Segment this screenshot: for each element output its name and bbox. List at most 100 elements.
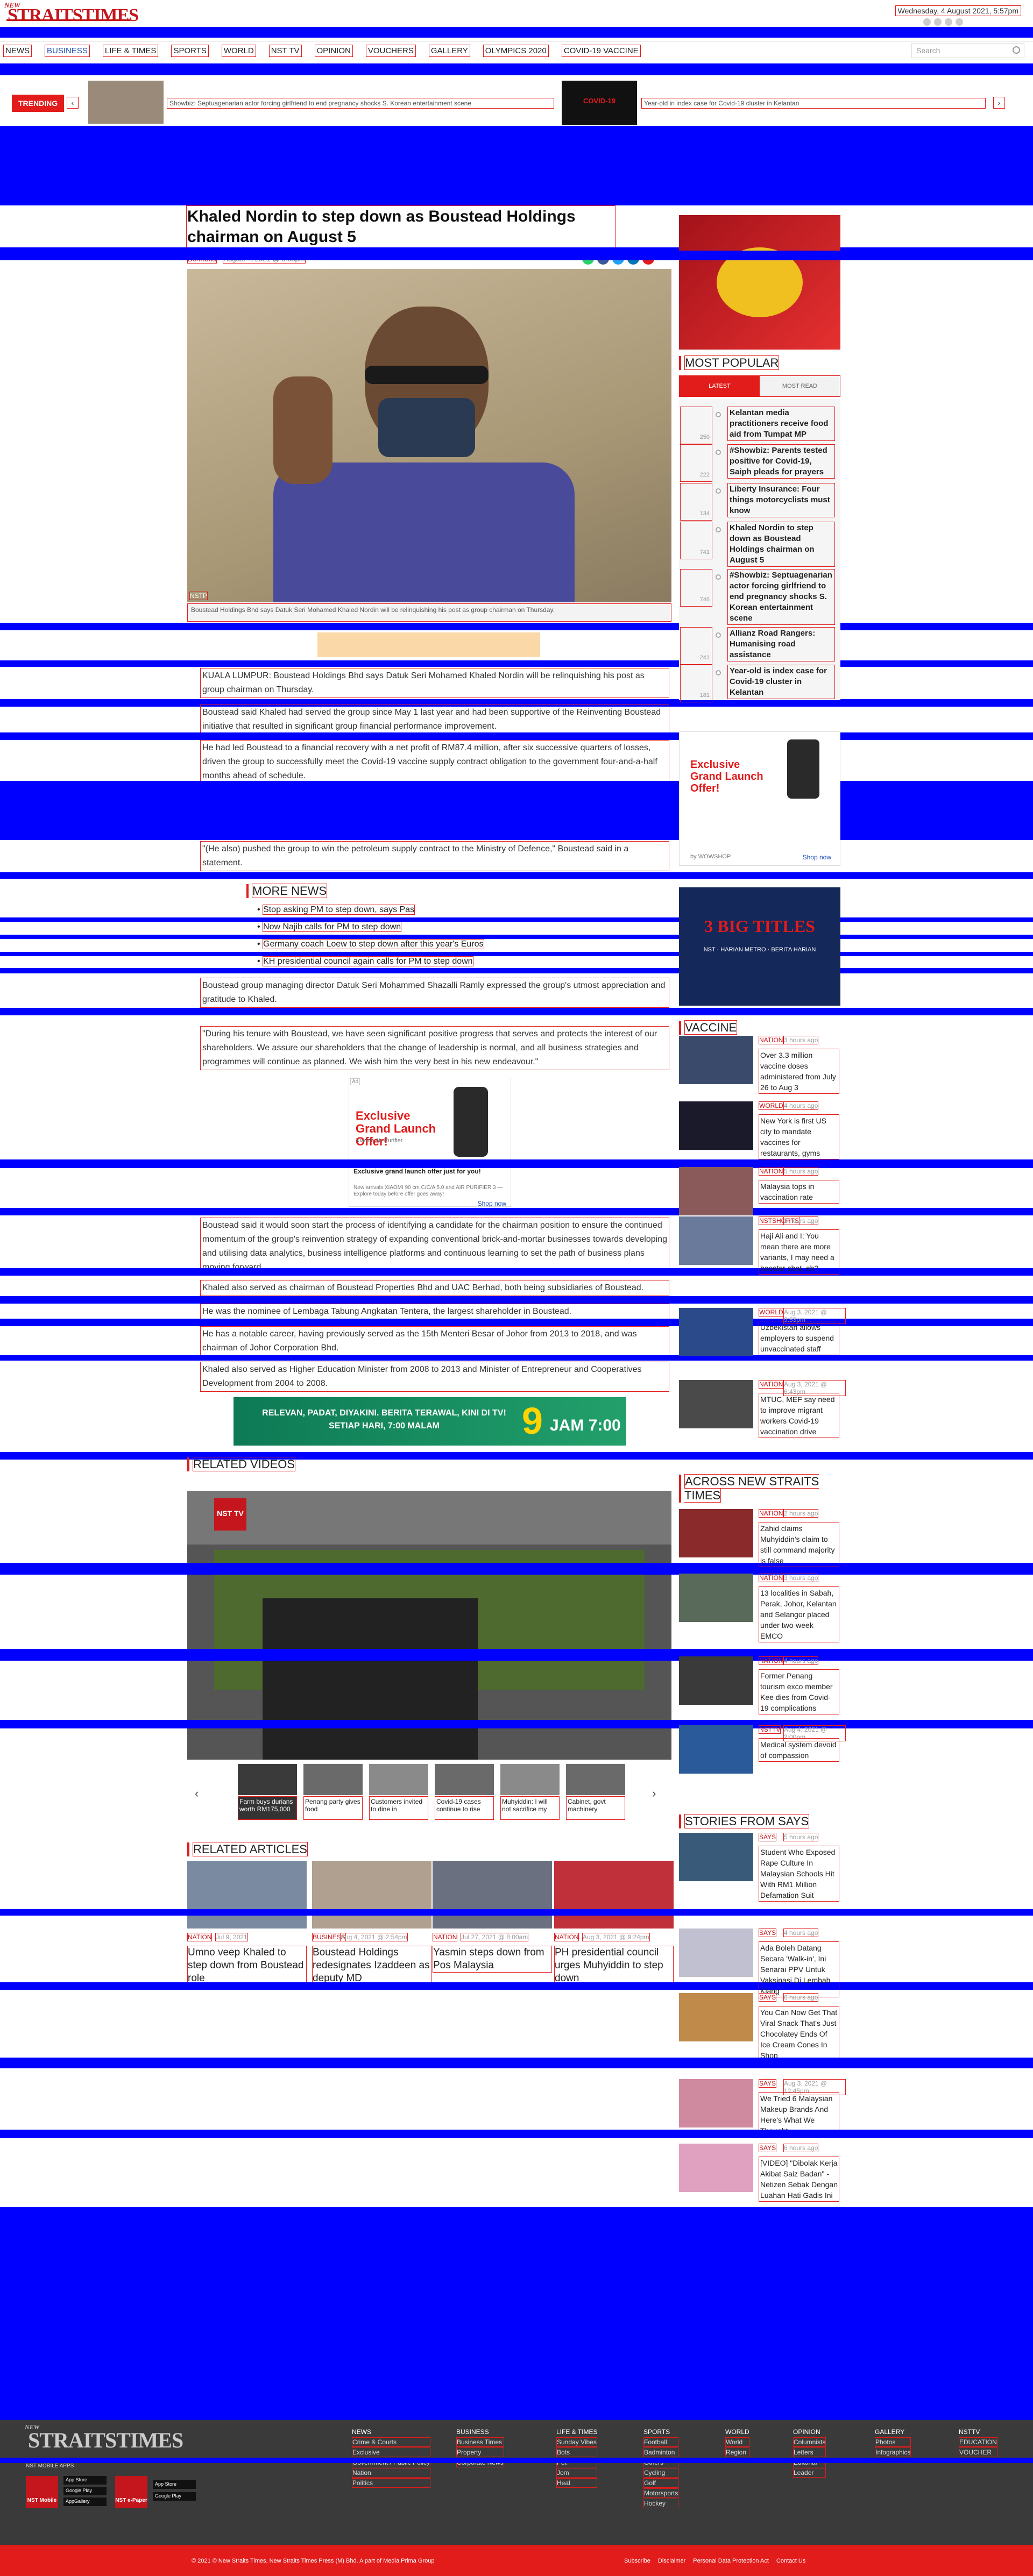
across-item[interactable]: NATION 4 hours ago Former Penang tourism e…	[679, 1656, 846, 1726]
nav-olympics[interactable]: OLYMPICS 2020	[483, 44, 549, 57]
subscribe-link[interactable]: Subscribe	[624, 2558, 650, 2564]
related-article[interactable]: NATION Jul 27, 2021 @ 8:00am Yasmin steps …	[433, 1861, 552, 1990]
blue-band	[0, 2130, 1033, 2138]
side-product-ad[interactable]: Exclusive Grand Launch Offer! by WOWSHOP…	[679, 731, 840, 866]
article-paragraph: Boustead group managing director Datuk S…	[200, 978, 669, 1008]
related-article[interactable]: BUSINESS Aug 4, 2021 @ 2:54pm Boustead Hol…	[312, 1861, 431, 1990]
across-item[interactable]: NSTTV Aug 4, 2021 @ 2:00pm Medical system …	[679, 1725, 846, 1795]
app-store-badge[interactable]: App Store	[153, 2480, 196, 2489]
video-next-icon[interactable]: ›	[652, 1787, 656, 1801]
related-article[interactable]: NATION Jul 9, 2021 Umno veep Khaled to ste…	[187, 1861, 307, 1990]
trending-next-icon[interactable]: ›	[993, 97, 1005, 109]
says-item[interactable]: SAYS 4 hours ago Ada Boleh Datang Secara '…	[679, 1929, 846, 1998]
contact-link[interactable]: Contact Us	[776, 2558, 805, 2564]
product-ad[interactable]: Ad Exclusive Grand Launch Offer! Xiaomi …	[349, 1078, 511, 1207]
trending-prev-icon[interactable]: ‹	[67, 97, 79, 109]
says-item[interactable]: SAYS Aug 3, 2021 @ 12:45pm We Tried 6 Mala…	[679, 2079, 846, 2149]
disclaimer-link[interactable]: Disclaimer	[658, 2558, 685, 2564]
nav-news[interactable]: NEWS	[3, 44, 32, 57]
vaccine-item[interactable]: WORLD Aug 3, 2021 @ 9:53pm Uzbekistan allo…	[679, 1308, 846, 1378]
nav-world[interactable]: WORLD	[221, 44, 256, 57]
nav-opinion[interactable]: OPINION	[314, 44, 353, 57]
apps-label: NST MOBILE APPS	[26, 2463, 74, 2469]
popular-item[interactable]: 746 #Showbiz: Septuagenarian actor forcin…	[680, 569, 841, 625]
blue-band	[0, 660, 1033, 667]
twitter-icon[interactable]	[934, 18, 942, 26]
video-thumb[interactable]: Customers invited to dine in	[369, 1764, 428, 1820]
says-item[interactable]: SAYS 5 hours ago Student Who Exposed Rape …	[679, 1833, 846, 1903]
article-paragraph: "(He also) pushed the group to win the p…	[200, 841, 669, 871]
facebook-icon[interactable]	[923, 18, 931, 26]
nav-life-times[interactable]: LIFE & TIMES	[102, 44, 159, 57]
video-thumb[interactable]: Covid-19 cases continue to rise	[435, 1764, 494, 1820]
nav-vouchers[interactable]: VOUCHERS	[365, 44, 416, 57]
google-play-badge[interactable]: Google Play	[153, 2492, 196, 2501]
ad-shop-now[interactable]: Shop now	[478, 1200, 506, 1207]
footer-col-world: WORLD World Region	[725, 2428, 749, 2457]
main-nav: NEWS BUSINESS LIFE & TIMES SPORTS WORLD …	[0, 41, 1033, 60]
trending-tag: TRENDING	[12, 95, 65, 112]
vaccine-item[interactable]: NATION Aug 3, 2021 @ 6:43pm MTUC, MEF say …	[679, 1380, 846, 1450]
tv-banner-ad[interactable]: RELEVAN, PADAT, DIYAKINI. BERITA TERAWAL…	[234, 1397, 626, 1446]
video-thumb[interactable]: Cabinet, govt machinery	[566, 1764, 625, 1820]
app-gallery-badge[interactable]: AppGallery	[63, 2497, 107, 2506]
says-item[interactable]: SAYS 6 hours ago You Can Now Get That Vira…	[679, 1993, 846, 2063]
nav-gallery[interactable]: GALLERY	[428, 44, 470, 57]
blue-band	[0, 623, 1033, 630]
blue-band	[0, 1208, 1033, 1215]
footer-logo[interactable]: STRAITSTIMES	[28, 2428, 183, 2453]
trending-item-1[interactable]: Showbiz: Septuagenarian actor forcing gi…	[167, 98, 554, 109]
blue-band	[0, 1982, 1033, 1990]
inline-ad[interactable]	[317, 632, 540, 657]
crate	[263, 1598, 478, 1760]
more-news-item[interactable]: • Stop asking PM to step down, says Pas	[257, 901, 666, 919]
nst-mobile-app[interactable]: NST Mobile	[26, 2476, 58, 2508]
search-input[interactable]: Search	[911, 43, 1024, 58]
google-play-badge[interactable]: Google Play	[63, 2487, 107, 2495]
tab-latest[interactable]: LATEST	[680, 376, 760, 396]
popular-item[interactable]: 181 Year-old is index case for Covid-19 c…	[680, 665, 841, 712]
popular-item[interactable]: 741 Khaled Nordin to step down as Boustea…	[680, 522, 841, 569]
app-store-badge[interactable]: App Store	[63, 2476, 107, 2485]
site-logo[interactable]: NEW STRAITSTIMES	[3, 1, 139, 25]
search-icon[interactable]	[1013, 46, 1020, 54]
most-popular-tabs: LATEST MOST READ	[679, 375, 840, 397]
video-thumb[interactable]: Muhyiddin: I will not sacrifice my	[500, 1764, 560, 1820]
vaccine-item[interactable]: WORLD 4 hours ago New York is first US cit…	[679, 1101, 846, 1171]
across-item[interactable]: NATION 3 hours ago 13 localities in Sabah,…	[679, 1574, 846, 1643]
side-banner-ad[interactable]	[679, 215, 840, 350]
blue-band	[0, 1268, 1033, 1276]
pdpa-link[interactable]: Personal Data Protection Act	[693, 2558, 769, 2564]
related-article[interactable]: NATION Aug 3, 2021 @ 9:24pm PH presidentia…	[554, 1861, 674, 1990]
side-ad-shop-now[interactable]: Shop now	[803, 853, 831, 861]
video-player[interactable]: NST TV	[187, 1491, 671, 1760]
youtube-icon[interactable]	[956, 18, 963, 26]
vaccine-item[interactable]: NATION 3 hours ago Over 3.3 million vaccin…	[679, 1036, 846, 1106]
video-thumb[interactable]: Penang party gives food	[303, 1764, 363, 1820]
nav-covid-vaccine[interactable]: COVID-19 VACCINE	[561, 44, 641, 57]
covid-promo-thumb[interactable]: COVID-19	[562, 81, 637, 125]
across-item[interactable]: NATION 2 hours ago Zahid claims Muhyiddin'…	[679, 1509, 846, 1579]
tab-most-read[interactable]: MOST READ	[760, 376, 840, 396]
nav-nst-tv[interactable]: NST TV	[268, 44, 302, 57]
video-thumb[interactable]: Farm buys durians worth RM175,000	[238, 1764, 297, 1820]
trending-thumb[interactable]	[88, 81, 164, 124]
photo-credit: NSTP	[189, 592, 208, 600]
three-titles-ad[interactable]: 3 BIG TITLES NST · HARIAN METRO · BERITA…	[679, 887, 840, 1006]
nav-business[interactable]: BUSINESS	[45, 44, 90, 57]
nst-epaper-app[interactable]: NST e-Paper	[115, 2476, 147, 2508]
blue-band	[0, 1909, 1033, 1916]
says-item[interactable]: SAYS 6 hours ago [VIDEO] "Dibolak Kerja Ak…	[679, 2144, 846, 2214]
header-social	[923, 18, 963, 26]
instagram-icon[interactable]	[945, 18, 952, 26]
headline-box	[186, 205, 615, 250]
blue-band	[0, 1355, 1033, 1361]
photo-caption: Boustead Holdings Bhd says Datuk Seri Mo…	[187, 603, 671, 622]
blue-band	[0, 968, 1033, 973]
article-paragraph: Boustead said Khaled had served the grou…	[200, 705, 669, 735]
nav-sports[interactable]: SPORTS	[171, 44, 209, 57]
vaccine-item[interactable]: NSTSHORTS 2 hours ago Haji Ali and I: You …	[679, 1216, 846, 1286]
blue-band	[0, 1720, 1033, 1728]
trending-item-2[interactable]: Year-old in index case for Covid-19 clus…	[641, 98, 986, 109]
video-prev-icon[interactable]: ‹	[195, 1787, 199, 1801]
